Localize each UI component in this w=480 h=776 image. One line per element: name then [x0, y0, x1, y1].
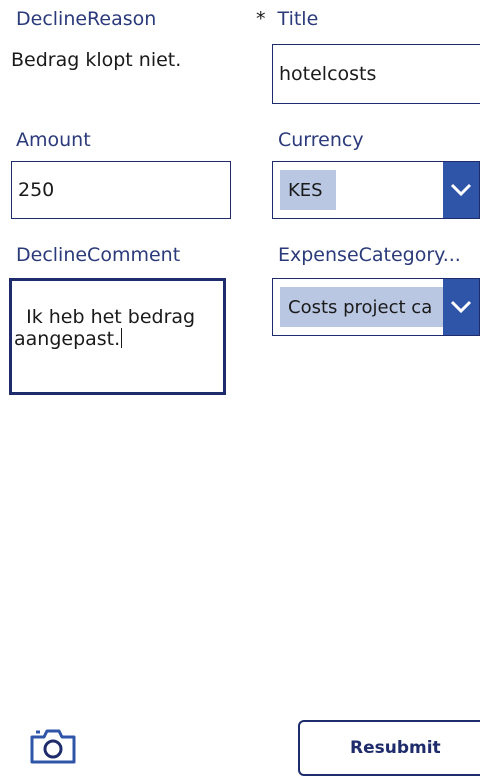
chevron-down-icon: [450, 183, 472, 197]
camera-icon[interactable]: [30, 728, 76, 764]
decline-reason-value: Bedrag klopt niet.: [11, 49, 182, 71]
currency-label: Currency: [278, 129, 364, 151]
currency-dropdown-toggle[interactable]: [443, 162, 479, 218]
expense-category-dropdown[interactable]: Costs project ca: [272, 278, 480, 336]
title-input[interactable]: hotelcosts: [272, 44, 480, 104]
decline-comment-value: Ik heb het bedrag aangepast.: [14, 306, 202, 350]
amount-value: 250: [18, 179, 55, 201]
amount-input[interactable]: 250: [11, 161, 231, 219]
amount-label: Amount: [16, 129, 91, 151]
text-caret: [121, 328, 123, 348]
expense-category-dropdown-toggle[interactable]: [443, 279, 479, 335]
title-value: hotelcosts: [279, 63, 377, 85]
title-label-row: * Title: [256, 8, 318, 30]
resubmit-button[interactable]: Resubmit: [298, 720, 480, 776]
expense-category-label: ExpenseCategory...: [278, 244, 461, 266]
chevron-down-icon: [450, 300, 472, 314]
decline-comment-textarea[interactable]: Ik heb het bedrag aangepast.: [9, 278, 226, 395]
title-label: Title: [277, 8, 319, 30]
currency-selected-value: KES: [280, 170, 336, 210]
decline-reason-label: DeclineReason: [16, 8, 157, 30]
currency-dropdown[interactable]: KES: [272, 161, 480, 219]
decline-comment-label: DeclineComment: [16, 244, 181, 266]
required-asterisk: *: [256, 8, 266, 30]
expense-category-selected-value: Costs project ca: [280, 287, 443, 327]
